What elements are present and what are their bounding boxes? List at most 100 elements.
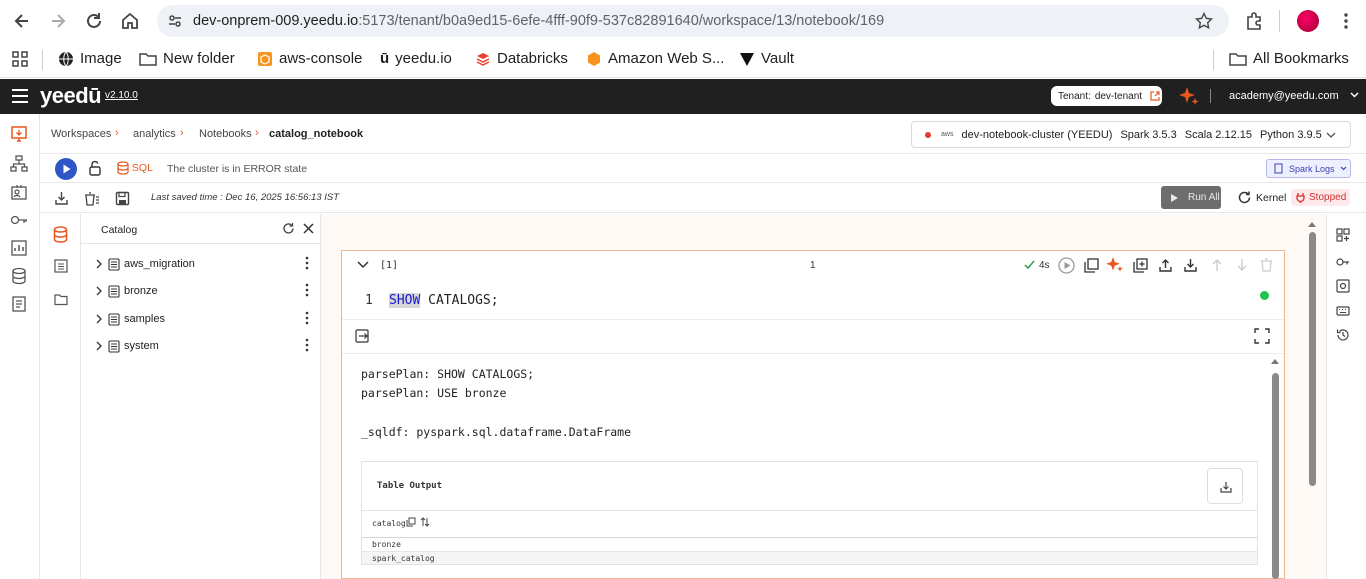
history-icon[interactable] (1336, 328, 1350, 342)
save-icon[interactable] (115, 191, 130, 206)
run-all-button[interactable]: Run All (1161, 186, 1221, 209)
play-icon (63, 164, 71, 174)
output-scrollbar-thumb[interactable] (1272, 373, 1279, 579)
aws-logo-icon: aws (941, 131, 954, 138)
profile-avatar[interactable] (1297, 10, 1319, 32)
code-editor[interactable]: 1 SHOW CATALOGS; (342, 282, 1284, 320)
delete-cell-icon[interactable] (1260, 258, 1273, 272)
apps-grid-icon[interactable] (12, 51, 28, 67)
tenant-selector[interactable]: Tenant: dev-tenant (1051, 86, 1162, 106)
key-nav-icon[interactable] (10, 211, 28, 229)
id-badge-nav-icon[interactable] (10, 183, 28, 201)
catalog-item-system[interactable]: system (95, 336, 317, 356)
close-icon[interactable] (303, 223, 314, 234)
catalog-item-aws-migration[interactable]: aws_migration (95, 254, 317, 274)
catalog-item-samples[interactable]: samples (95, 309, 317, 329)
kernel-label[interactable]: Kernel (1256, 192, 1286, 204)
files-folder-tab-icon[interactable] (54, 293, 68, 306)
output-export-icon[interactable] (355, 329, 369, 343)
breadcrumb-notebooks[interactable]: Notebooks (199, 128, 252, 140)
forward-icon[interactable] (48, 11, 68, 31)
more-options-icon[interactable] (305, 283, 309, 297)
catalog-database-tab-icon[interactable] (53, 226, 68, 243)
bookmark-amazon-web-services[interactable]: Amazon Web S... (586, 50, 724, 67)
cluster-selector[interactable]: aws dev-notebook-cluster (YEEDU) Spark 3… (911, 121, 1351, 148)
app-logo[interactable]: yeedū (40, 83, 102, 109)
download-icon[interactable] (1183, 258, 1198, 273)
hamburger-menu-icon[interactable] (12, 89, 28, 103)
column-header-catalog[interactable]: catalog (372, 519, 406, 528)
add-cell-icon[interactable] (1133, 258, 1148, 273)
dashboard-nav-icon[interactable] (10, 239, 28, 257)
bookmark-image[interactable]: Image (58, 50, 122, 67)
import-icon[interactable] (54, 191, 69, 206)
all-bookmarks[interactable]: All Bookmarks (1229, 50, 1349, 67)
bookmark-aws-console[interactable]: aws-console (257, 50, 362, 67)
address-bar[interactable]: dev-onprem-009.yeedu.io:5173/tenant/b0a9… (157, 5, 1229, 37)
notebook-scrollbar-thumb[interactable] (1309, 232, 1316, 486)
run-cell-icon[interactable] (1058, 257, 1075, 274)
settings-gear-icon[interactable] (1336, 279, 1350, 293)
clear-outputs-icon[interactable] (83, 191, 100, 206)
copy-cell-icon[interactable] (1084, 258, 1099, 273)
sort-icon[interactable] (420, 517, 430, 527)
move-down-icon[interactable] (1236, 258, 1248, 272)
home-icon[interactable] (120, 11, 140, 31)
browser-toolbar: dev-onprem-009.yeedu.io:5173/tenant/b0a9… (0, 0, 1366, 42)
output-line: _sqldf: pyspark.sql.dataframe.DataFrame (361, 425, 632, 439)
more-options-icon[interactable] (305, 311, 309, 325)
catalog-item-bronze[interactable]: bronze (95, 281, 317, 301)
download-table-button[interactable] (1207, 468, 1243, 504)
breadcrumb-analytics[interactable]: analytics (133, 128, 176, 140)
widgets-icon[interactable] (1336, 228, 1350, 242)
notebook-scrollbar[interactable] (1306, 220, 1318, 579)
bookmark-yeedu[interactable]: ū yeedu.io (380, 50, 452, 67)
last-saved-text: Last saved time : Dec 16, 2025 16:56:13 … (151, 192, 340, 203)
database-nav-icon[interactable] (10, 267, 28, 285)
secrets-key-icon[interactable] (1336, 255, 1350, 269)
site-info-icon[interactable] (167, 13, 183, 29)
unlock-icon[interactable] (87, 160, 103, 176)
app-version[interactable]: v2.10.0 (105, 90, 138, 101)
spark-logs-button[interactable]: Spark Logs (1266, 159, 1351, 178)
hierarchy-nav-icon[interactable] (10, 155, 28, 173)
more-options-icon[interactable] (305, 338, 309, 352)
document-nav-icon[interactable] (10, 295, 28, 313)
ai-sparkle-icon[interactable] (1178, 86, 1199, 107)
url-text: dev-onprem-009.yeedu.io:5173/tenant/b0a9… (193, 13, 885, 29)
keyboard-shortcuts-icon[interactable] (1336, 304, 1350, 318)
chevron-down-icon (1326, 132, 1336, 138)
move-up-icon[interactable] (1211, 258, 1223, 272)
cell-status-dot (1260, 291, 1269, 300)
refresh-icon[interactable] (282, 222, 295, 235)
bookmark-databricks[interactable]: Databricks (475, 50, 568, 67)
bookmarks-divider (42, 50, 43, 70)
run-play-button[interactable] (55, 158, 77, 180)
bookmark-vault[interactable]: Vault (739, 50, 794, 67)
reload-icon[interactable] (84, 11, 104, 31)
user-menu[interactable]: academy@yeedu.com (1229, 90, 1359, 102)
kernel-restart-icon[interactable] (1237, 190, 1252, 205)
browser-menu-icon[interactable] (1336, 11, 1356, 31)
collapse-cell-chevron-icon[interactable] (357, 261, 369, 269)
upload-icon[interactable] (1158, 258, 1173, 273)
outline-tab-icon[interactable] (54, 259, 68, 273)
extensions-icon[interactable] (1244, 11, 1264, 31)
ai-assist-sparkle-icon[interactable] (1106, 256, 1124, 274)
breadcrumb-workspaces[interactable]: Workspaces (51, 128, 111, 140)
output-scrollbar[interactable] (1270, 357, 1280, 579)
more-options-icon[interactable] (305, 256, 309, 270)
back-icon[interactable] (12, 11, 32, 31)
header-divider (1210, 89, 1211, 103)
bookmark-new-folder[interactable]: New folder (139, 50, 235, 67)
sql-language-selector[interactable]: SQL (117, 161, 153, 175)
column-copy-icon[interactable] (406, 517, 416, 527)
plug-icon (1296, 193, 1305, 203)
notebook-nav-icon[interactable] (10, 125, 28, 143)
expand-output-icon[interactable] (1254, 328, 1270, 344)
output-line: parsePlan: USE bronze (361, 386, 507, 400)
table-row: bronze (372, 540, 401, 549)
bookmark-star-icon[interactable] (1195, 12, 1213, 30)
scroll-up-arrow-icon (1308, 222, 1316, 227)
cell-header: [1] 1 4s (342, 251, 1284, 281)
